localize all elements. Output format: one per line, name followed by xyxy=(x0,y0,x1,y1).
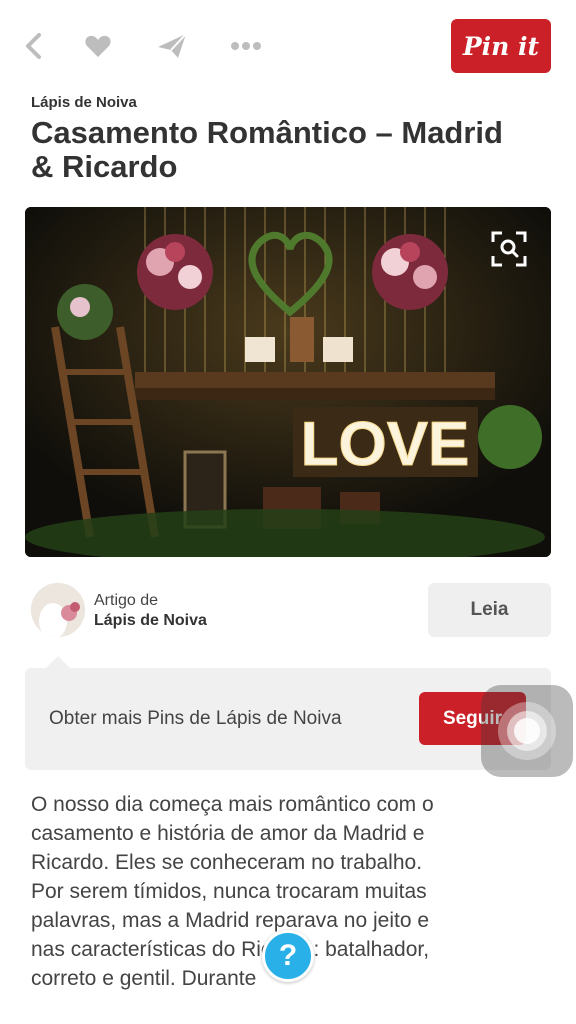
author-name[interactable]: Lápis de Noiva xyxy=(94,612,207,630)
help-button[interactable]: ? xyxy=(262,930,314,982)
avatar[interactable] xyxy=(31,583,85,637)
article-source[interactable]: Lápis de Noiva xyxy=(31,94,137,111)
send-icon[interactable] xyxy=(152,26,192,66)
follow-card: Obter mais Pins de Lápis de Noiva Seguir xyxy=(25,668,551,770)
follow-card-text: Obter mais Pins de Lápis de Noiva xyxy=(49,708,342,729)
heart-icon[interactable] xyxy=(78,26,118,66)
article-body: O nosso dia começa mais romântico com o … xyxy=(31,793,434,990)
top-toolbar: Pin it xyxy=(0,0,576,92)
pin-it-button[interactable]: Pin it xyxy=(451,19,551,73)
chevron-left-icon[interactable] xyxy=(14,26,54,66)
love-sign-text: LOVE xyxy=(301,410,470,479)
more-horizontal-icon[interactable] xyxy=(226,26,266,66)
author-by-label: Artigo de xyxy=(94,592,159,609)
assistive-touch-button[interactable] xyxy=(481,685,573,777)
follow-card-caret xyxy=(46,656,70,668)
article-title: Casamento Romântico – Madrid & Ricardo xyxy=(31,115,503,184)
wedding-table-photo: LOVE xyxy=(25,207,551,557)
assistive-touch-dot xyxy=(514,718,540,744)
pin-image[interactable]: LOVE xyxy=(25,207,551,557)
read-button[interactable]: Leia xyxy=(428,583,551,637)
author-row: Artigo de Lápis de Noiva Leia xyxy=(0,580,576,644)
visual-search-icon[interactable] xyxy=(491,231,527,267)
